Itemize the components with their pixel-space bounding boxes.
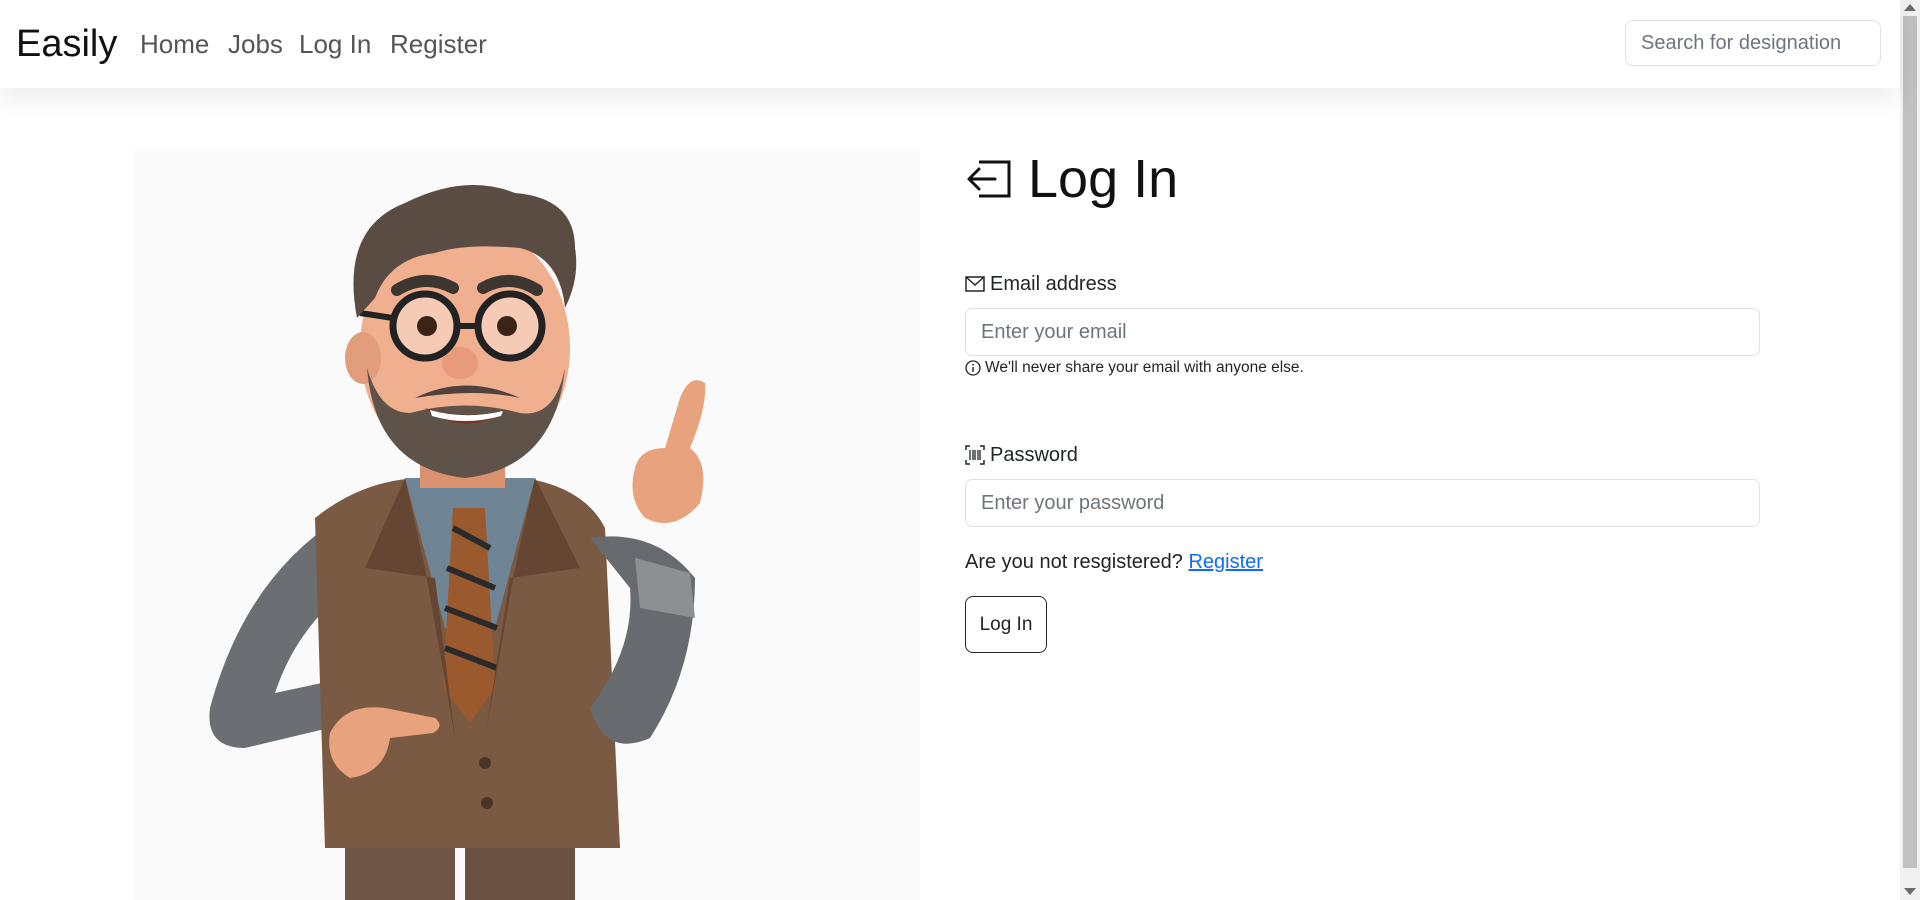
register-link[interactable]: Register	[1188, 551, 1262, 573]
register-prompt-text: Are you not resgistered?	[965, 551, 1183, 573]
nav-link-jobs[interactable]: Jobs	[228, 27, 283, 61]
upc-scan-icon	[965, 445, 985, 465]
scroll-down-arrow-icon[interactable]	[1904, 888, 1916, 895]
envelope-icon	[965, 276, 985, 292]
box-arrow-in-left-icon	[967, 160, 1011, 198]
search-input[interactable]	[1625, 20, 1881, 66]
scrollbar-thumb[interactable]	[1903, 16, 1917, 868]
password-label: Password	[990, 444, 1078, 466]
page-title: Log In	[1028, 149, 1179, 209]
hero-illustration	[135, 148, 920, 900]
password-field[interactable]	[965, 479, 1760, 527]
nav-link-register[interactable]: Register	[390, 27, 487, 61]
scroll-up-arrow-icon[interactable]	[1904, 4, 1916, 11]
cartoon-man-pointing-image	[209, 185, 706, 900]
login-button[interactable]: Log In	[965, 596, 1047, 653]
register-prompt: Are you not resgistered? Register	[965, 549, 1263, 575]
email-field[interactable]	[965, 308, 1760, 356]
nav-link-login[interactable]: Log In	[299, 27, 371, 61]
info-circle-icon	[965, 360, 981, 376]
email-help-text: We'll never share your email with anyone…	[985, 359, 1304, 376]
nav-link-home[interactable]: Home	[140, 27, 209, 61]
brand-logo[interactable]: Easily	[16, 20, 117, 68]
email-label: Email address	[990, 273, 1117, 295]
navbar: Easily Home Jobs Log In Register	[0, 0, 1900, 88]
